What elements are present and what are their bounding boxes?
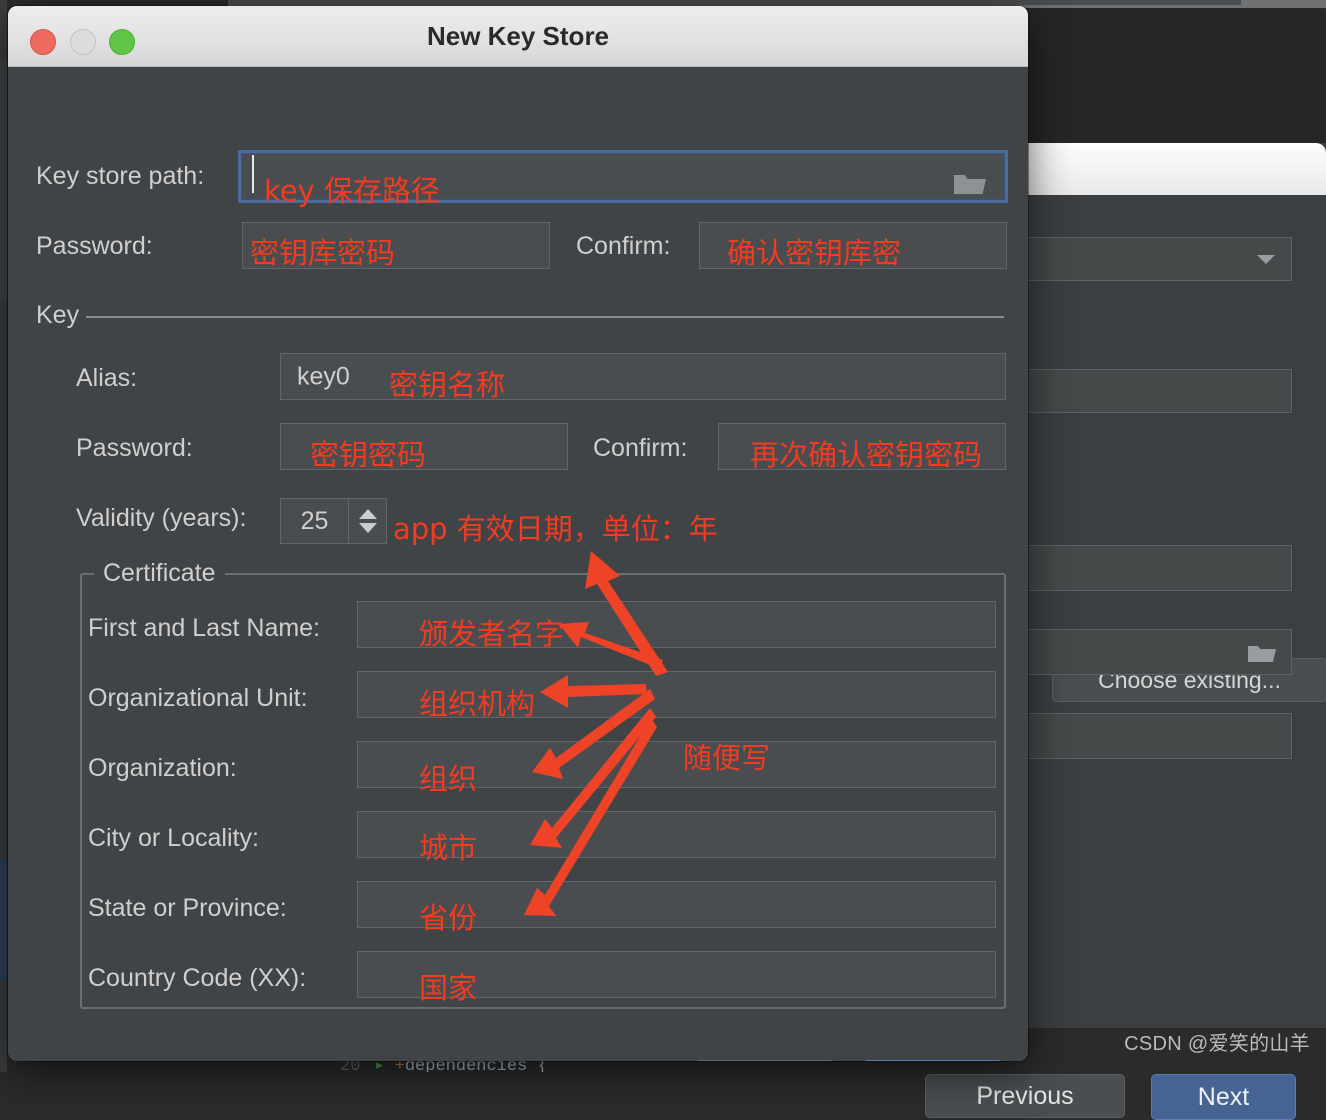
cancel-button[interactable]: Cancel: [694, 1060, 836, 1061]
alias-input[interactable]: key0: [280, 353, 1006, 400]
chevron-up-icon[interactable]: [358, 509, 377, 519]
key-password-label: Password:: [76, 434, 193, 462]
cert-row-2-input[interactable]: [357, 741, 996, 788]
cert-row-3-input[interactable]: [357, 811, 996, 858]
cert-row-5-label: Country Code (XX):: [88, 964, 307, 992]
next-button[interactable]: Next: [1151, 1074, 1296, 1120]
certificate-group-title: Certificate: [94, 559, 225, 588]
background-window-body: Choose existing... Previous Next: [900, 195, 1326, 1120]
cert-row-3-label: City or Locality:: [88, 824, 259, 852]
validity-stepper[interactable]: 25: [280, 498, 387, 544]
alias-value: key0: [297, 362, 350, 390]
cert-row-2-label: Organization:: [88, 754, 237, 782]
validity-value: 25: [300, 506, 329, 535]
store-confirm-input[interactable]: [699, 222, 1007, 269]
watermark: CSDN @爱笑的山羊: [1124, 1033, 1310, 1055]
cert-row-4-input[interactable]: [357, 881, 996, 928]
chevron-down-icon: [1257, 255, 1275, 264]
cert-row-0-input[interactable]: [357, 601, 996, 648]
previous-button[interactable]: Previous: [925, 1074, 1125, 1118]
chevron-down-icon[interactable]: [358, 523, 377, 533]
cert-row-1-label: Organizational Unit:: [88, 684, 308, 712]
cert-row-0-label: First and Last Name:: [88, 614, 321, 642]
new-key-store-dialog: New Key Store Key store path: key 保存路径 P…: [8, 6, 1028, 1061]
text-caret: [252, 155, 254, 193]
annotation-validity: app 有效日期，单位：年: [393, 512, 718, 546]
keystore-path-input[interactable]: [238, 150, 1008, 203]
key-password-input[interactable]: [280, 423, 568, 470]
key-group-divider: [86, 316, 1004, 318]
background-wizard-window: Choose existing... Previous Next: [900, 8, 1326, 1120]
key-confirm-input[interactable]: [718, 423, 1006, 470]
dialog-titlebar[interactable]: New Key Store: [8, 6, 1028, 67]
background-window-titlebar: [1020, 8, 1326, 143]
store-password-input[interactable]: [242, 222, 550, 269]
store-confirm-label: Confirm:: [576, 232, 671, 260]
cert-row-4-label: State or Province:: [88, 894, 287, 922]
cert-row-1-input[interactable]: [357, 671, 996, 718]
ide-top-bar-inner: [228, 0, 1241, 5]
background-window-sheet-header: [1020, 143, 1326, 195]
stepper-buttons[interactable]: [348, 499, 386, 543]
folder-icon: [1248, 646, 1276, 662]
ok-button[interactable]: OK: [862, 1060, 1004, 1061]
key-confirm-label: Confirm:: [593, 434, 688, 462]
dialog-body: Key store path: key 保存路径 Password: 密钥库密码…: [8, 67, 1028, 1061]
keystore-path-label: Key store path:: [36, 162, 205, 190]
key-group-title: Key: [36, 301, 80, 329]
dialog-title: New Key Store: [426, 20, 610, 51]
alias-label: Alias:: [76, 364, 138, 392]
validity-label: Validity (years):: [76, 504, 247, 532]
cert-row-5-input[interactable]: [357, 951, 996, 998]
folder-icon[interactable]: [953, 171, 987, 195]
ide-left-sliver: [0, 0, 7, 1072]
store-password-label: Password:: [36, 232, 153, 260]
